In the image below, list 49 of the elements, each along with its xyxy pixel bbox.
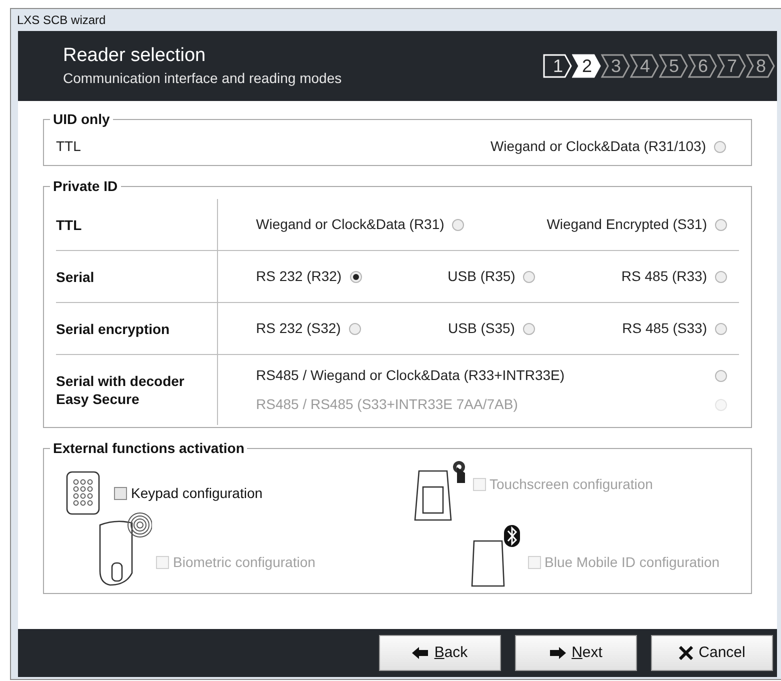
arrow-left-icon <box>412 647 428 659</box>
row-label: Serial with decoder Easy Secure <box>56 372 184 408</box>
radio-button[interactable] <box>522 322 535 334</box>
checkbox[interactable] <box>114 486 127 500</box>
option-label: RS 485 (S33) <box>622 319 707 338</box>
close-icon <box>678 646 693 660</box>
radio-button[interactable] <box>715 270 727 282</box>
radio-button[interactable] <box>350 270 362 282</box>
checkbox-label: Keypad configuration <box>131 484 263 503</box>
row-label: TTL <box>56 137 81 156</box>
back-button[interactable]: Back <box>379 635 501 671</box>
step-indicator: 1 <box>543 54 573 78</box>
arrow-right-icon <box>550 647 566 659</box>
step-indicator: 3 <box>601 54 631 78</box>
row-label: TTL <box>56 216 82 234</box>
row-label: Serial encryption <box>56 320 170 338</box>
option-label: RS485 / Wiegand or Clock&Data (R33+INTR33E) <box>256 366 565 385</box>
radio-button[interactable] <box>452 218 464 230</box>
step-indicator: 4 <box>630 54 660 78</box>
checkbox-label: Blue Mobile ID configuration <box>544 553 720 572</box>
step-indicator: 8 <box>746 54 776 78</box>
window-title: LXS SCB wizard <box>17 12 106 29</box>
option-label: RS 485 (R33) <box>621 267 707 286</box>
option-label: RS 232 (S32) <box>256 319 341 338</box>
option-label: RS485 / RS485 (S33+INTR33E 7AA/7AB) <box>256 395 518 414</box>
radio-button[interactable] <box>715 218 727 230</box>
page-subtitle: Communication interface and reading modes <box>63 69 342 88</box>
page-title: Reader selection <box>63 44 207 68</box>
option-label: USB (R35) <box>448 267 516 286</box>
cancel-button[interactable]: Cancel <box>651 635 773 671</box>
checkbox-label: Biometric configuration <box>173 553 316 572</box>
next-button[interactable]: Next <box>515 635 637 671</box>
radio-button[interactable] <box>714 140 726 152</box>
step-indicator: 7 <box>717 54 747 78</box>
radio-button[interactable] <box>523 270 536 282</box>
checkbox-label: Touchscreen configuration <box>490 475 653 494</box>
step-indicator: 5 <box>659 54 689 78</box>
option-label: USB (S35) <box>448 319 515 338</box>
radio-button[interactable] <box>714 322 727 334</box>
option-label: Wiegand or Clock&Data (R31/103) <box>490 137 706 156</box>
step-indicator: 6 <box>688 54 718 78</box>
step-indicator: 2 <box>572 54 602 78</box>
option-label: RS 232 (R32) <box>256 267 342 286</box>
radio-button[interactable] <box>715 370 727 382</box>
keypad-reader-icon <box>66 471 100 515</box>
option-label: Wiegand or Clock&Data (R31) <box>256 215 444 234</box>
option-label: Wiegand Encrypted (S31) <box>546 215 707 234</box>
row-label: Serial <box>56 268 94 286</box>
radio-button[interactable] <box>348 322 361 334</box>
